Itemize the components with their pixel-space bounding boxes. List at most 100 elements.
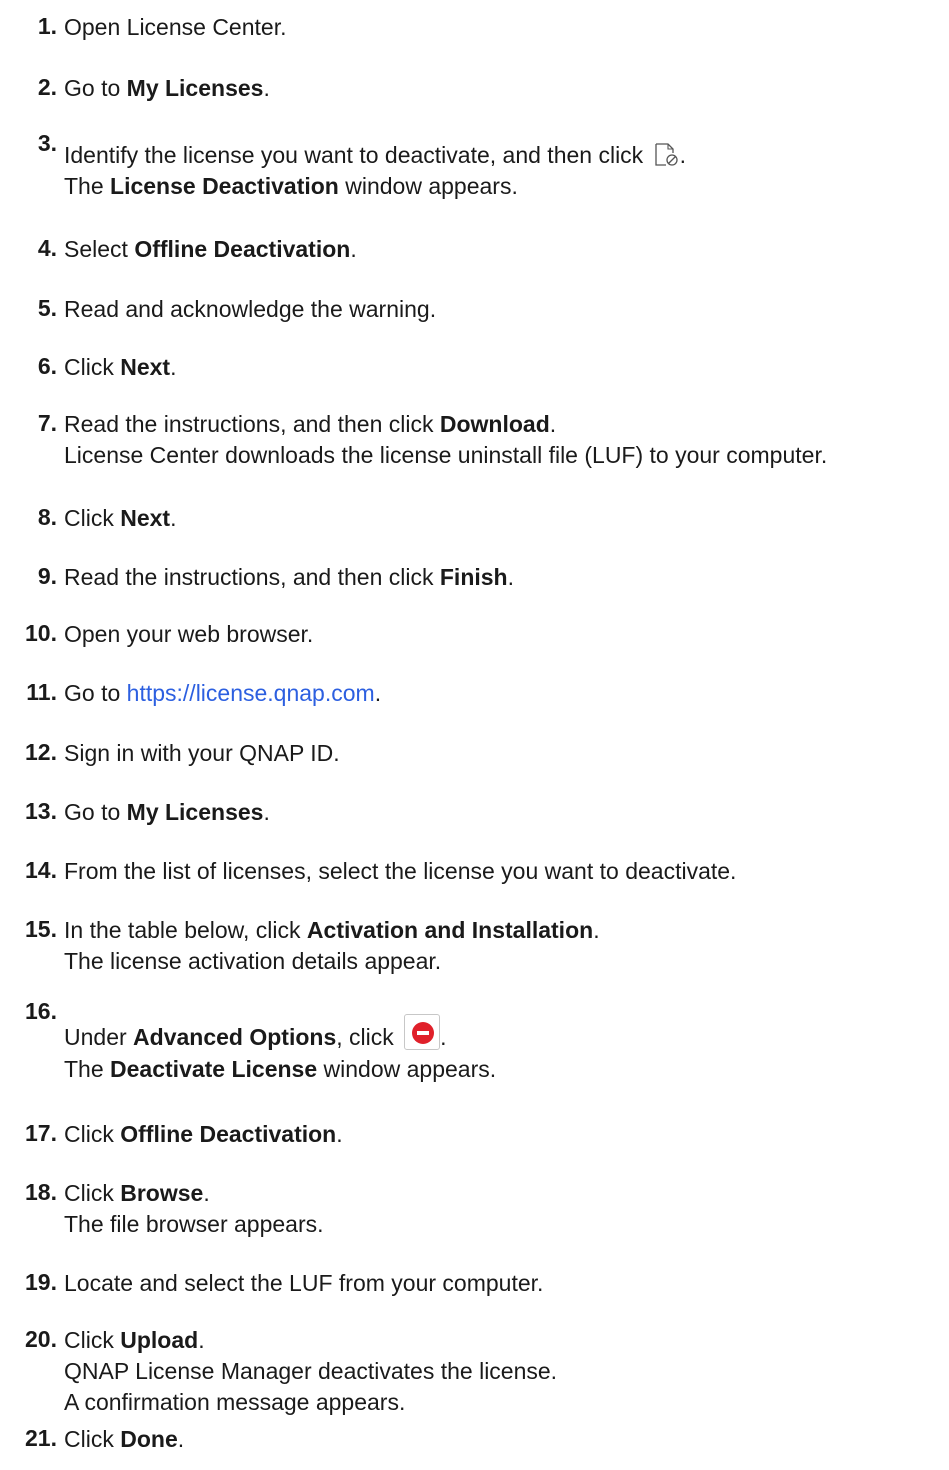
step-text: Click Offline Deactivation. [64, 1119, 949, 1150]
text-run: Click [64, 1180, 121, 1206]
ui-term: Deactivate License [110, 1056, 318, 1082]
text-run: Open your web browser. [64, 621, 314, 647]
step-line: Identify the license you want to deactiv… [64, 140, 949, 171]
ui-term: My Licenses [126, 799, 264, 825]
text-run: . [198, 1327, 205, 1353]
step-text: Read the instructions, and then click Do… [64, 409, 949, 471]
text-run: QNAP License Manager deactivates the lic… [64, 1358, 558, 1384]
text-run: Identify the license you want to deactiv… [64, 142, 650, 168]
text-run: . [374, 680, 382, 706]
ui-term: My Licenses [126, 75, 264, 101]
text-run: Read and acknowledge the warning. [64, 296, 437, 322]
step-text: Read the instructions, and then click Fi… [64, 562, 949, 593]
ui-term: Activation and Installation [306, 917, 594, 943]
step-number: 4. [37, 235, 57, 261]
step-text: Under Advanced Options, click . The Deact… [64, 1014, 949, 1085]
step-line: Click Next. [64, 503, 949, 534]
step-text: Go to My Licenses. [64, 797, 949, 828]
step-line: Click Upload. [64, 1325, 949, 1356]
text-run: Read the instructions, and then click [64, 411, 440, 437]
text-run: . [336, 1121, 343, 1147]
step-number: 7. [37, 410, 57, 436]
step-number: 18. [25, 1179, 57, 1205]
step-line: Click Offline Deactivation. [64, 1119, 949, 1150]
text-run: Go to [64, 680, 127, 706]
step-number: 15. [25, 916, 57, 942]
step-number: 14. [25, 857, 57, 883]
step-text: Click Done. [64, 1424, 949, 1455]
step-number: 12. [25, 739, 57, 765]
text-run: Open License Center. [64, 14, 287, 40]
text-run: Click [64, 354, 121, 380]
text-run: . [263, 799, 270, 825]
text-run: Read the instructions, and then click [64, 564, 440, 590]
step-number: 3. [37, 130, 57, 156]
step-number: 11. [26, 679, 57, 705]
step-line: Go to My Licenses. [64, 797, 949, 828]
text-run: window appears. [317, 1056, 497, 1082]
text-run: Under [64, 1024, 134, 1050]
step-line: Open your web browser. [64, 619, 949, 650]
step-number: 2. [37, 74, 57, 100]
instruction-list: 1. Open License Center. 2. Go to My License… [0, 0, 949, 1470]
ui-term: Advanced Options [133, 1024, 337, 1050]
text-run: Click [64, 1121, 121, 1147]
step-text: Click Browse. The file browser appears. [64, 1178, 949, 1240]
step-text: Click Next. [64, 352, 949, 383]
text-run: Click [64, 1426, 121, 1452]
step-line: Click Browse. [64, 1178, 949, 1209]
step-line: Click Next. [64, 352, 949, 383]
step-line: Read and acknowledge the warning. [64, 294, 949, 325]
text-run: Go to [64, 799, 127, 825]
ui-term: Browse [120, 1180, 204, 1206]
step-line: Locate and select the LUF from your comp… [64, 1268, 949, 1299]
remove-button-icon[interactable] [404, 1014, 441, 1050]
step-number: 8. [37, 504, 57, 530]
step-number: 9. [37, 563, 57, 589]
step-text: Read and acknowledge the warning. [64, 294, 949, 325]
step-number: 17. [25, 1120, 57, 1146]
text-run: . [170, 354, 177, 380]
step-line: The Deactivate License window appears. [64, 1054, 949, 1085]
step-text: Click Next. [64, 503, 949, 534]
step-text: Click Upload. QNAP License Manager deacti… [64, 1325, 949, 1418]
step-number: 10. [25, 620, 57, 646]
step-text: Locate and select the LUF from your comp… [64, 1268, 949, 1299]
text-run: . [177, 1426, 185, 1452]
step-line: From the list of licenses, select the li… [64, 856, 949, 887]
text-run: . [440, 1024, 447, 1050]
text-run: Locate and select the LUF from your comp… [64, 1270, 544, 1296]
text-run: The [64, 173, 111, 199]
step-line: The License Deactivation window appears. [64, 171, 949, 202]
step-text: Select Offline Deactivation. [64, 234, 949, 265]
ui-term: Done [120, 1426, 178, 1452]
ui-term: Upload [120, 1327, 199, 1353]
step-text: Go to https://license.qnap.com. [64, 678, 949, 709]
step-number: 21. [25, 1425, 57, 1451]
text-run: . [350, 236, 357, 262]
step-number: 19. [25, 1269, 57, 1295]
text-run: window appears. [338, 173, 518, 199]
step-text: Open License Center. [64, 12, 949, 43]
step-line: The file browser appears. [64, 1209, 949, 1240]
text-run: The license activation details appear. [64, 948, 442, 974]
text-run: The file browser appears. [64, 1211, 324, 1237]
text-run: Sign in with your QNAP ID. [64, 740, 340, 766]
step-line: License Center downloads the license uni… [64, 440, 949, 471]
ui-term: Offline Deactivation [120, 1121, 337, 1147]
step-text: Open your web browser. [64, 619, 949, 650]
text-run: A confirmation message appears. [64, 1389, 406, 1415]
step-number: 13. [25, 798, 57, 824]
step-number: 20. [25, 1326, 57, 1352]
step-line: Read the instructions, and then click Do… [64, 409, 949, 440]
step-line: QNAP License Manager deactivates the lic… [64, 1356, 949, 1387]
step-line: Under Advanced Options, click . [64, 1014, 949, 1054]
text-run: . [549, 411, 557, 437]
ui-term: License Deactivation [110, 173, 339, 199]
license-deactivate-icon[interactable] [654, 143, 680, 167]
step-line: Go to My Licenses. [64, 73, 949, 104]
license-portal-link[interactable]: https://license.qnap.com [127, 680, 375, 706]
step-line: In the table below, click Activation and… [64, 915, 949, 946]
step-line: Sign in with your QNAP ID. [64, 738, 949, 769]
step-line: Open License Center. [64, 12, 949, 43]
